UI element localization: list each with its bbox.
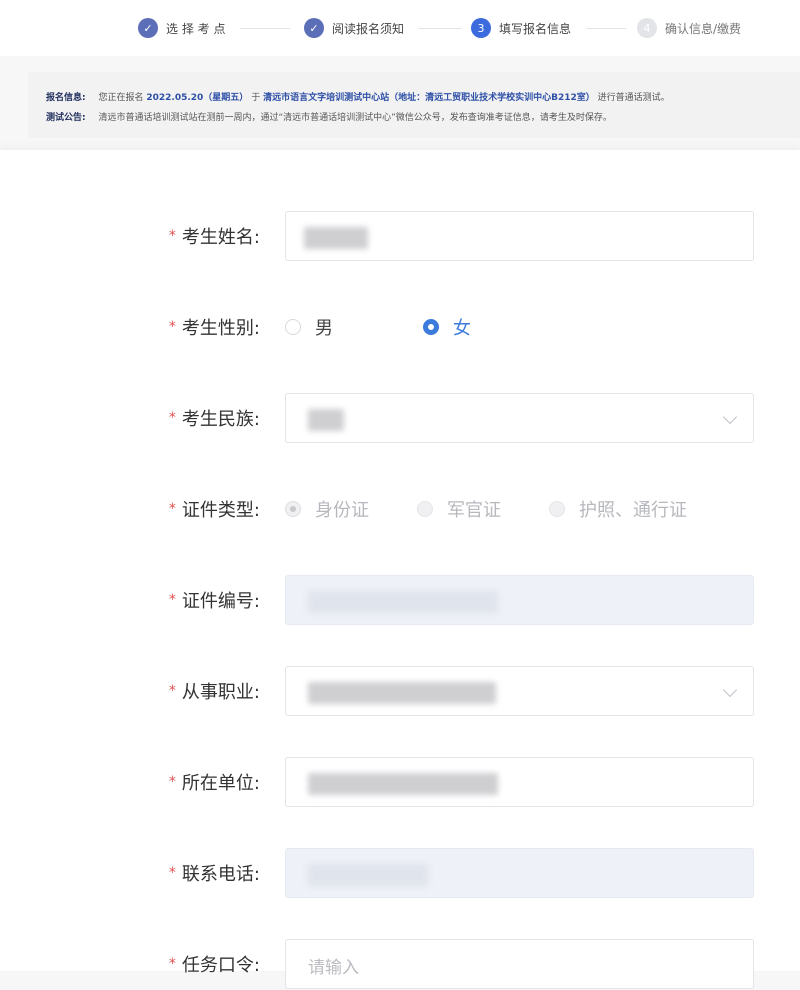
step-connector xyxy=(418,28,462,29)
registration-notice: 报名信息: 您正在报名 2022.05.20（星期五） 于 清远市语言文字培训测… xyxy=(28,72,800,138)
gender-radio-group: 男 女 xyxy=(285,302,471,352)
gender-label: * 考生性别: xyxy=(169,302,260,352)
chevron-down-icon xyxy=(722,682,738,698)
id-number-label-text: 证件编号: xyxy=(181,591,260,612)
radio-unchecked-icon xyxy=(417,501,433,517)
radio-checked-icon xyxy=(423,319,439,335)
gender-option-label: 男 xyxy=(315,318,333,339)
registration-info-text: 您正在报名 xyxy=(98,93,144,103)
id-type-option-officer-card[interactable]: 军官证 xyxy=(417,496,501,522)
occupation-label-text: 从事职业: xyxy=(181,682,260,703)
task-code-placeholder: 请输入 xyxy=(308,957,359,978)
employer-label: * 所在单位: xyxy=(169,757,260,807)
redacted-value xyxy=(304,227,368,249)
step-read-notice: ✓ 阅读报名须知 xyxy=(304,16,404,40)
name-label-text: 考生姓名: xyxy=(181,227,260,248)
step-number: 3 xyxy=(471,18,491,38)
step-confirm-pay: 4 确认信息/缴费 xyxy=(637,16,741,40)
registration-date: 2022.05.20（星期五） xyxy=(146,93,249,103)
task-code-label-text: 任务口令: xyxy=(181,955,260,976)
required-mark: * xyxy=(168,774,176,790)
registration-info-label: 报名信息: xyxy=(46,93,86,103)
required-mark: * xyxy=(168,319,176,335)
test-announcement-label: 测试公告: xyxy=(46,113,86,123)
gender-row: * 考生性别: 男 女 xyxy=(0,302,800,352)
id-type-option-id-card[interactable]: 身份证 xyxy=(285,496,369,522)
id-number-input[interactable] xyxy=(285,575,754,625)
id-number-row: * 证件编号: xyxy=(0,575,800,625)
required-mark: * xyxy=(168,683,176,699)
redacted-value xyxy=(308,682,496,704)
redacted-value xyxy=(308,773,498,795)
registration-site: 清远市语言文字培训测试中心站（地址：清远工贸职业技术学校实训中心B212室） xyxy=(263,93,595,103)
id-type-option-label: 身份证 xyxy=(315,500,369,521)
radio-unchecked-icon xyxy=(549,501,565,517)
step-connector xyxy=(586,28,626,29)
step-label: 填写报名信息 xyxy=(499,21,572,36)
step-label: 选 择 考 点 xyxy=(166,21,226,36)
id-type-label-text: 证件类型: xyxy=(181,500,260,521)
chevron-down-icon xyxy=(722,409,738,425)
required-mark: * xyxy=(168,410,176,426)
id-type-option-label: 护照、通行证 xyxy=(579,500,687,521)
step-number: 4 xyxy=(637,18,657,38)
test-announcement-row: 测试公告: 清远市普通话培训测试站在测前一周内，通过“清远市普通话培训测试中心”… xyxy=(46,108,800,128)
phone-label-text: 联系电话: xyxy=(181,864,260,885)
id-type-option-passport[interactable]: 护照、通行证 xyxy=(549,496,687,522)
task-code-label: * 任务口令: xyxy=(169,939,260,989)
task-code-input[interactable]: 请输入 xyxy=(285,939,754,989)
required-mark: * xyxy=(168,228,176,244)
required-mark: * xyxy=(168,956,176,972)
gender-option-female[interactable]: 女 xyxy=(423,314,471,340)
required-mark: * xyxy=(168,501,176,517)
employer-row: * 所在单位: xyxy=(0,757,800,807)
name-label: * 考生姓名: xyxy=(169,211,260,261)
phone-row: * 联系电话: xyxy=(0,848,800,898)
gender-option-male[interactable]: 男 xyxy=(285,314,333,340)
step-fill-info: 3 填写报名信息 xyxy=(471,16,571,40)
ethnicity-select[interactable] xyxy=(285,393,754,443)
registration-form: * 考生姓名: * 考生性别: 男 女 * 考生民族: * 证件类型: 身份证 … xyxy=(0,150,800,989)
phone-input[interactable] xyxy=(285,848,754,898)
employer-label-text: 所在单位: xyxy=(181,773,260,794)
id-number-label: * 证件编号: xyxy=(169,575,260,625)
test-announcement-text: 清远市普通话培训测试站在测前一周内，通过“清远市普通话培训测试中心”微信公众号，… xyxy=(98,113,612,123)
check-icon: ✓ xyxy=(304,18,324,38)
gender-label-text: 考生性别: xyxy=(181,318,260,339)
id-type-label: * 证件类型: xyxy=(169,484,260,534)
required-mark: * xyxy=(168,592,176,608)
step-select-site: ✓ 选 择 考 点 xyxy=(138,16,225,40)
occupation-row: * 从事职业: xyxy=(0,666,800,716)
id-type-row: * 证件类型: 身份证 军官证 护照、通行证 xyxy=(0,484,800,534)
id-type-option-label: 军官证 xyxy=(447,500,501,521)
id-type-radio-group: 身份证 军官证 护照、通行证 xyxy=(285,484,687,534)
registration-info-text: 于 xyxy=(251,93,261,103)
radio-checked-icon xyxy=(285,501,301,517)
occupation-label: * 从事职业: xyxy=(169,666,260,716)
occupation-select[interactable] xyxy=(285,666,754,716)
step-label: 阅读报名须知 xyxy=(332,21,405,36)
radio-unchecked-icon xyxy=(285,319,301,335)
progress-stepper: ✓ 选 择 考 点 ✓ 阅读报名须知 3 填写报名信息 4 确认信息/缴费 xyxy=(0,0,800,56)
redacted-value xyxy=(308,591,498,613)
redacted-value xyxy=(308,864,428,886)
employer-input[interactable] xyxy=(285,757,754,807)
ethnicity-row: * 考生民族: xyxy=(0,393,800,443)
name-input[interactable] xyxy=(285,211,754,261)
check-icon: ✓ xyxy=(138,18,158,38)
name-row: * 考生姓名: xyxy=(0,211,800,261)
gender-option-label: 女 xyxy=(453,318,471,339)
required-mark: * xyxy=(168,865,176,881)
phone-label: * 联系电话: xyxy=(169,848,260,898)
registration-info-text: 进行普通话测试。 xyxy=(597,93,670,103)
step-connector xyxy=(240,28,290,29)
redacted-value xyxy=(308,409,344,431)
step-label: 确认信息/缴费 xyxy=(665,21,742,36)
ethnicity-label-text: 考生民族: xyxy=(181,409,260,430)
task-code-row: * 任务口令: 请输入 xyxy=(0,939,800,989)
ethnicity-label: * 考生民族: xyxy=(169,393,260,443)
registration-info-row: 报名信息: 您正在报名 2022.05.20（星期五） 于 清远市语言文字培训测… xyxy=(46,88,800,108)
